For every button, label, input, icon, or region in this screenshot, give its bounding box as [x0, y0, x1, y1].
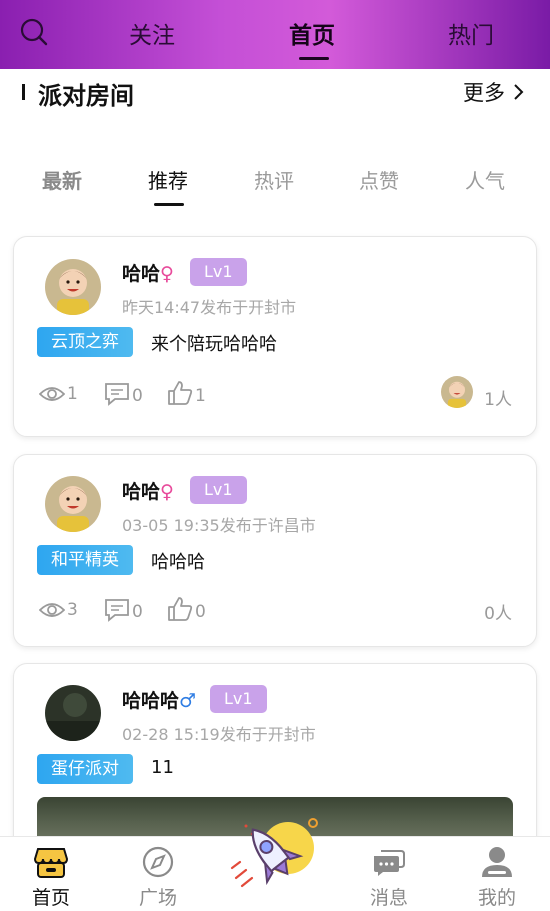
game-tag[interactable]: 云顶之弈	[37, 327, 133, 357]
nav-home[interactable]: 首页	[11, 837, 91, 911]
like-count[interactable]: 0	[167, 596, 206, 622]
nav-me[interactable]: 我的	[457, 837, 537, 911]
view-count: 1	[39, 384, 78, 404]
level-badge: Lv1	[210, 685, 267, 713]
search-icon[interactable]	[20, 18, 48, 46]
party-room-card[interactable]: 哈哈♀ Lv1 昨天14:47发布于开封市 云顶之弈 来个陪玩哈哈哈 1 0 1…	[13, 236, 537, 437]
home-shop-icon	[33, 848, 69, 878]
comment-count[interactable]: 0	[104, 382, 143, 406]
nav-me-label: 我的	[477, 887, 516, 909]
thumbs-up-icon	[168, 381, 193, 405]
comment-count[interactable]: 0	[104, 598, 143, 622]
game-tag[interactable]: 和平精英	[37, 545, 133, 575]
nav-square-label: 广场	[138, 887, 177, 909]
eye-icon	[39, 603, 65, 617]
joined-count: 0人	[484, 604, 512, 624]
tab-home[interactable]: 首页	[289, 16, 335, 50]
female-icon: ♀	[160, 481, 174, 503]
rocket-icon[interactable]	[228, 816, 322, 894]
active-tab-indicator	[299, 57, 329, 60]
nav-messages-label: 消息	[369, 887, 408, 909]
post-content: 11	[151, 757, 174, 778]
tab-hot[interactable]: 热门	[448, 16, 494, 50]
like-count-text: 1	[195, 386, 206, 406]
eye-icon	[39, 387, 65, 401]
view-count-text: 3	[67, 600, 78, 620]
post-meta: 03-05 19:35发布于许昌市	[122, 516, 316, 535]
user-name[interactable]: 哈哈哈♂	[122, 686, 196, 713]
thumbs-up-icon	[168, 597, 193, 621]
joined-user-avatar	[441, 376, 473, 408]
avatar[interactable]	[45, 476, 101, 532]
post-meta: 昨天14:47发布于开封市	[122, 298, 297, 317]
view-count: 3	[39, 600, 78, 620]
user-name-text: 哈哈	[122, 263, 161, 285]
user-name[interactable]: 哈哈♀	[122, 477, 174, 504]
top-header: 关注 首页 热门	[0, 0, 550, 69]
more-button[interactable]: 更多	[463, 77, 525, 107]
filter-recommended[interactable]: 推荐	[148, 165, 188, 194]
level-badge: Lv1	[190, 476, 247, 504]
filter-active-indicator	[154, 203, 184, 206]
nav-home-label: 首页	[31, 887, 70, 909]
tab-follow[interactable]: 关注	[129, 16, 175, 50]
filter-popularity[interactable]: 人气	[465, 165, 505, 194]
female-icon: ♀	[160, 263, 174, 285]
male-icon: ♂	[179, 690, 197, 712]
filter-latest[interactable]: 最新	[42, 165, 82, 194]
more-label: 更多	[463, 81, 505, 105]
level-badge: Lv1	[190, 258, 247, 286]
user-name[interactable]: 哈哈♀	[122, 259, 174, 286]
party-room-card[interactable]: 哈哈♀ Lv1 03-05 19:35发布于许昌市 和平精英 哈哈哈 3 0 0…	[13, 454, 537, 647]
like-count[interactable]: 1	[167, 380, 206, 406]
section-title: 派对房间	[38, 82, 134, 110]
post-meta: 02-28 15:19发布于开封市	[122, 725, 316, 744]
user-icon	[482, 847, 512, 877]
post-content: 来个陪玩哈哈哈	[151, 334, 277, 355]
user-name-text: 哈哈哈	[122, 690, 180, 712]
avatar[interactable]	[45, 259, 101, 315]
nav-square[interactable]: 广场	[118, 837, 198, 911]
compass-icon	[142, 846, 174, 878]
section-title-bar	[22, 84, 25, 100]
comment-icon	[105, 599, 129, 622]
view-count-text: 1	[67, 384, 78, 404]
nav-messages[interactable]: 消息	[349, 837, 429, 911]
comment-icon	[105, 383, 129, 406]
filter-hot-comments[interactable]: 热评	[254, 165, 294, 194]
comment-count-text: 0	[132, 602, 143, 622]
comment-count-text: 0	[132, 386, 143, 406]
joined-count: 1人	[484, 390, 512, 410]
avatar[interactable]	[45, 685, 101, 741]
chevron-right-icon	[514, 84, 524, 100]
like-count-text: 0	[195, 602, 206, 622]
chat-bubble-icon	[374, 850, 405, 876]
post-content: 哈哈哈	[151, 552, 205, 573]
user-name-text: 哈哈	[122, 481, 161, 503]
filter-likes[interactable]: 点赞	[359, 165, 399, 194]
game-tag[interactable]: 蛋仔派对	[37, 754, 133, 784]
